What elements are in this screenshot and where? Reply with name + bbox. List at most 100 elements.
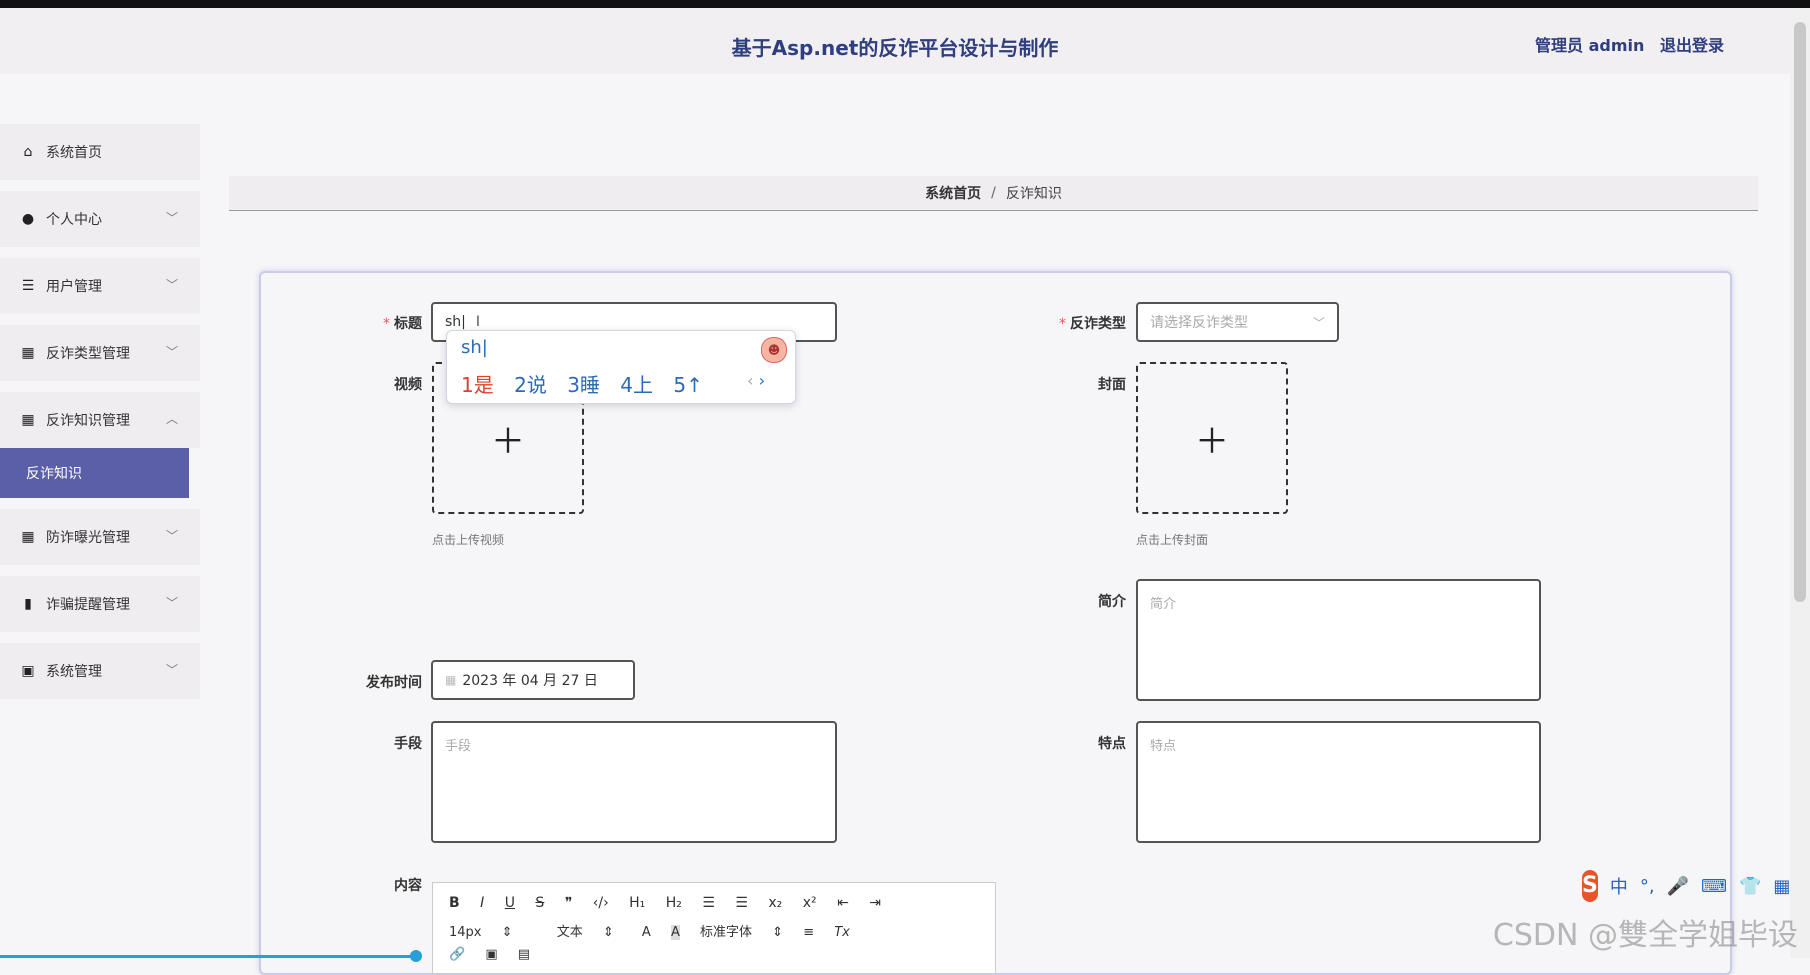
code-button[interactable]: ‹/› xyxy=(593,895,609,911)
toolbox-icon[interactable]: ▦ xyxy=(1773,876,1790,897)
bold-button[interactable]: B xyxy=(449,895,460,911)
subscript-button[interactable]: x₂ xyxy=(768,895,782,911)
feature-textarea[interactable]: 特点 xyxy=(1136,721,1541,843)
ime-composition: sh| xyxy=(461,337,488,358)
ime-candidate-window: sh| ☻ 1是 2说 3睡 4上 5↑ ‹ › xyxy=(446,330,796,404)
type-label: * 反诈类型 xyxy=(1059,316,1126,332)
keyboard-icon[interactable]: ⌨ xyxy=(1701,876,1727,897)
superscript-button[interactable]: x² xyxy=(803,895,817,911)
font-color-button[interactable]: A xyxy=(642,925,651,940)
sidebar-item-users[interactable]: ☰ 用户管理 ﹀ xyxy=(0,258,200,314)
sidebar-item-system[interactable]: ▣ 系统管理 ﹀ xyxy=(0,643,200,699)
ime-lang-toggle[interactable]: 中 xyxy=(1610,873,1628,899)
rich-text-editor[interactable]: B I U S ❞ ‹/› H₁ H₂ ☰ ☰ x₂ x² ⇤ ⇥ 14px ⇕… xyxy=(432,882,996,974)
ime-candidate[interactable]: 2说 xyxy=(514,373,547,397)
vertical-scrollbar[interactable] xyxy=(1790,8,1810,958)
h1-button[interactable]: H₁ xyxy=(629,895,645,911)
sidebar: ⌂ 系统首页 ● 个人中心 ﹀ ☰ 用户管理 ﹀ ▦ 反诈类型管理 ﹀ ▦ 反诈… xyxy=(0,124,200,710)
intro-textarea[interactable]: 简介 xyxy=(1136,579,1541,701)
chevron-up-icon: ︿ xyxy=(165,412,178,426)
breadcrumb: 系统首页 / 反诈知识 xyxy=(229,176,1758,211)
method-label: 手段 xyxy=(394,736,422,752)
header-select[interactable]: 文本 xyxy=(557,921,583,940)
sidebar-item-fraud-knowledge[interactable]: ▦ 反诈知识管理 ︿ xyxy=(0,392,200,448)
ime-candidate[interactable]: 3睡 xyxy=(567,373,600,397)
clear-format-button[interactable]: Tx xyxy=(834,925,850,940)
clipboard-icon: ▣ xyxy=(21,663,35,679)
image-icon[interactable]: ▣ xyxy=(485,947,497,962)
font-size-select[interactable]: 14px xyxy=(449,925,482,940)
sidebar-item-label: 用户管理 xyxy=(46,279,102,295)
sidebar-item-exposure[interactable]: ▦ 防诈曝光管理 ﹀ xyxy=(0,509,200,565)
chevron-down-icon: ﹀ xyxy=(1312,315,1325,330)
h2-button[interactable]: H₂ xyxy=(666,895,682,911)
list-icon: ☰ xyxy=(21,278,35,294)
watermark: CSDN @雙全学姐毕设 xyxy=(1492,918,1798,953)
ordered-list-button[interactable]: ☰ xyxy=(702,895,715,911)
window-top-edge xyxy=(0,0,1810,8)
editor-toolbar-row-2: 14px ⇕ 文本 ⇕ A A 标准字体 ⇕ ≡ Tx xyxy=(449,921,866,940)
microphone-icon[interactable]: 🎤 xyxy=(1667,876,1689,897)
sort-icon: ⇕ xyxy=(501,925,513,940)
sidebar-item-personal[interactable]: ● 个人中心 ﹀ xyxy=(0,191,200,247)
calendar-icon: ▦ xyxy=(445,673,457,687)
home-icon: ⌂ xyxy=(23,144,33,160)
sidebar-item-label: 反诈知识管理 xyxy=(46,413,130,429)
skin-icon[interactable]: 👕 xyxy=(1739,876,1761,897)
intro-label: 简介 xyxy=(1098,594,1126,610)
sidebar-item-label: 防诈曝光管理 xyxy=(46,530,130,546)
ime-status-bar: S 中 °, 🎤 ⌨ 👕 ▦ xyxy=(1582,868,1802,904)
align-button[interactable]: ≡ xyxy=(803,925,814,940)
ime-candidates: 1是 2说 3睡 4上 5↑ xyxy=(461,369,717,398)
sidebar-item-label: 系统管理 xyxy=(46,664,102,680)
sort-icon: ⇕ xyxy=(772,925,784,940)
punctuation-icon[interactable]: °, xyxy=(1640,876,1655,897)
grid-icon: ▦ xyxy=(21,412,35,428)
sidebar-subitem-fraud-knowledge[interactable]: 反诈知识 xyxy=(0,448,189,498)
blockquote-button[interactable]: ❞ xyxy=(565,895,573,911)
title-input-value: sh xyxy=(445,314,462,330)
cover-upload[interactable]: ＋ xyxy=(1136,362,1288,514)
chevron-down-icon: ﹀ xyxy=(165,596,178,610)
ime-candidate[interactable]: 4上 xyxy=(620,373,653,397)
header: 基于Asp.net的反诈平台设计与制作 管理员 admin 退出登录 xyxy=(0,8,1790,74)
ime-page-nav[interactable]: ‹ › xyxy=(747,371,765,390)
video-label: 视频 xyxy=(394,377,422,393)
strike-button[interactable]: S xyxy=(535,895,544,911)
ime-mascot-icon: ☻ xyxy=(761,337,787,363)
underline-button[interactable]: U xyxy=(505,895,515,911)
chevron-down-icon: ﹀ xyxy=(165,345,178,359)
content-label: 内容 xyxy=(394,878,422,894)
ime-candidate[interactable]: 1是 xyxy=(461,373,494,397)
plus-icon: ＋ xyxy=(1195,421,1229,462)
italic-button[interactable]: I xyxy=(480,895,484,911)
feature-label: 特点 xyxy=(1098,736,1126,752)
editor-toolbar-row-3: 🔗 ▣ ▤ xyxy=(449,947,546,962)
type-select-placeholder: 请选择反诈类型 xyxy=(1150,315,1248,331)
bullet-list-button[interactable]: ☰ xyxy=(735,895,748,911)
indent-button[interactable]: ⇥ xyxy=(869,895,881,911)
date-input[interactable]: ▦ 2023 年 04 月 27 日 xyxy=(431,660,635,700)
title-label: * 标题 xyxy=(383,316,422,332)
sidebar-item-alerts[interactable]: ▮ 诈骗提醒管理 ﹀ xyxy=(0,576,200,632)
background-color-button[interactable]: A xyxy=(670,925,680,940)
type-select[interactable]: 请选择反诈类型 ﹀ xyxy=(1136,302,1339,342)
chevron-down-icon: ﹀ xyxy=(165,663,178,677)
font-family-select[interactable]: 标准字体 xyxy=(700,921,752,940)
sort-icon: ⇕ xyxy=(602,925,614,940)
bar-chart-icon: ▮ xyxy=(24,596,32,612)
grid-icon: ▦ xyxy=(21,345,35,361)
video-icon[interactable]: ▤ xyxy=(518,947,530,962)
progress-handle[interactable] xyxy=(410,950,422,962)
method-textarea[interactable]: 手段 xyxy=(431,721,837,843)
scrollbar-thumb[interactable] xyxy=(1794,22,1806,602)
link-icon[interactable]: 🔗 xyxy=(449,947,465,962)
date-label: 发布时间 xyxy=(366,675,422,691)
sidebar-item-fraud-types[interactable]: ▦ 反诈类型管理 ﹀ xyxy=(0,325,200,381)
sidebar-item-home[interactable]: ⌂ 系统首页 xyxy=(0,124,200,180)
breadcrumb-home[interactable]: 系统首页 xyxy=(925,183,981,203)
outdent-button[interactable]: ⇤ xyxy=(837,895,849,911)
ime-candidate[interactable]: 5↑ xyxy=(673,373,702,397)
sogou-logo-icon[interactable]: S xyxy=(1582,870,1598,902)
logout-link[interactable]: 退出登录 xyxy=(1660,36,1724,55)
